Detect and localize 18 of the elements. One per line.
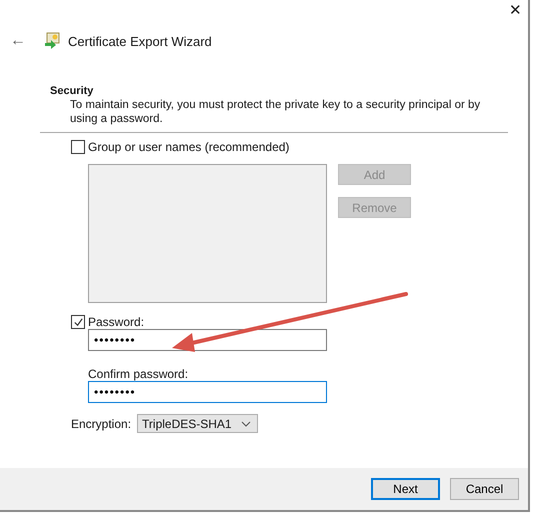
checkbox[interactable] <box>71 315 85 329</box>
field-label: Confirm password: <box>88 367 190 381</box>
checkbox-label: Group or user names (recommended) <box>88 140 290 154</box>
password-field[interactable]: •••••••• <box>88 329 327 351</box>
back-button[interactable]: ← <box>10 32 28 50</box>
confirm-password-field[interactable]: •••••••• <box>88 381 327 403</box>
window-title: Certificate Export Wizard <box>68 34 212 48</box>
next-button[interactable]: Next <box>371 478 440 500</box>
cancel-button[interactable]: Cancel <box>450 478 519 500</box>
close-button[interactable]: ✕ <box>509 0 522 24</box>
field-label: Encryption: <box>71 416 132 430</box>
section-heading: Security <box>50 85 94 97</box>
chevron-down-icon <box>241 420 252 426</box>
section-description: To maintain security, you must protect the private key to a security principal or by using a password. <box>69 98 482 126</box>
checkbox-label: Password: <box>88 315 144 329</box>
certificate-icon <box>44 32 62 50</box>
checkbox[interactable] <box>71 140 85 154</box>
encryption-dropdown[interactable]: TripleDES-SHA1 <box>137 414 258 433</box>
